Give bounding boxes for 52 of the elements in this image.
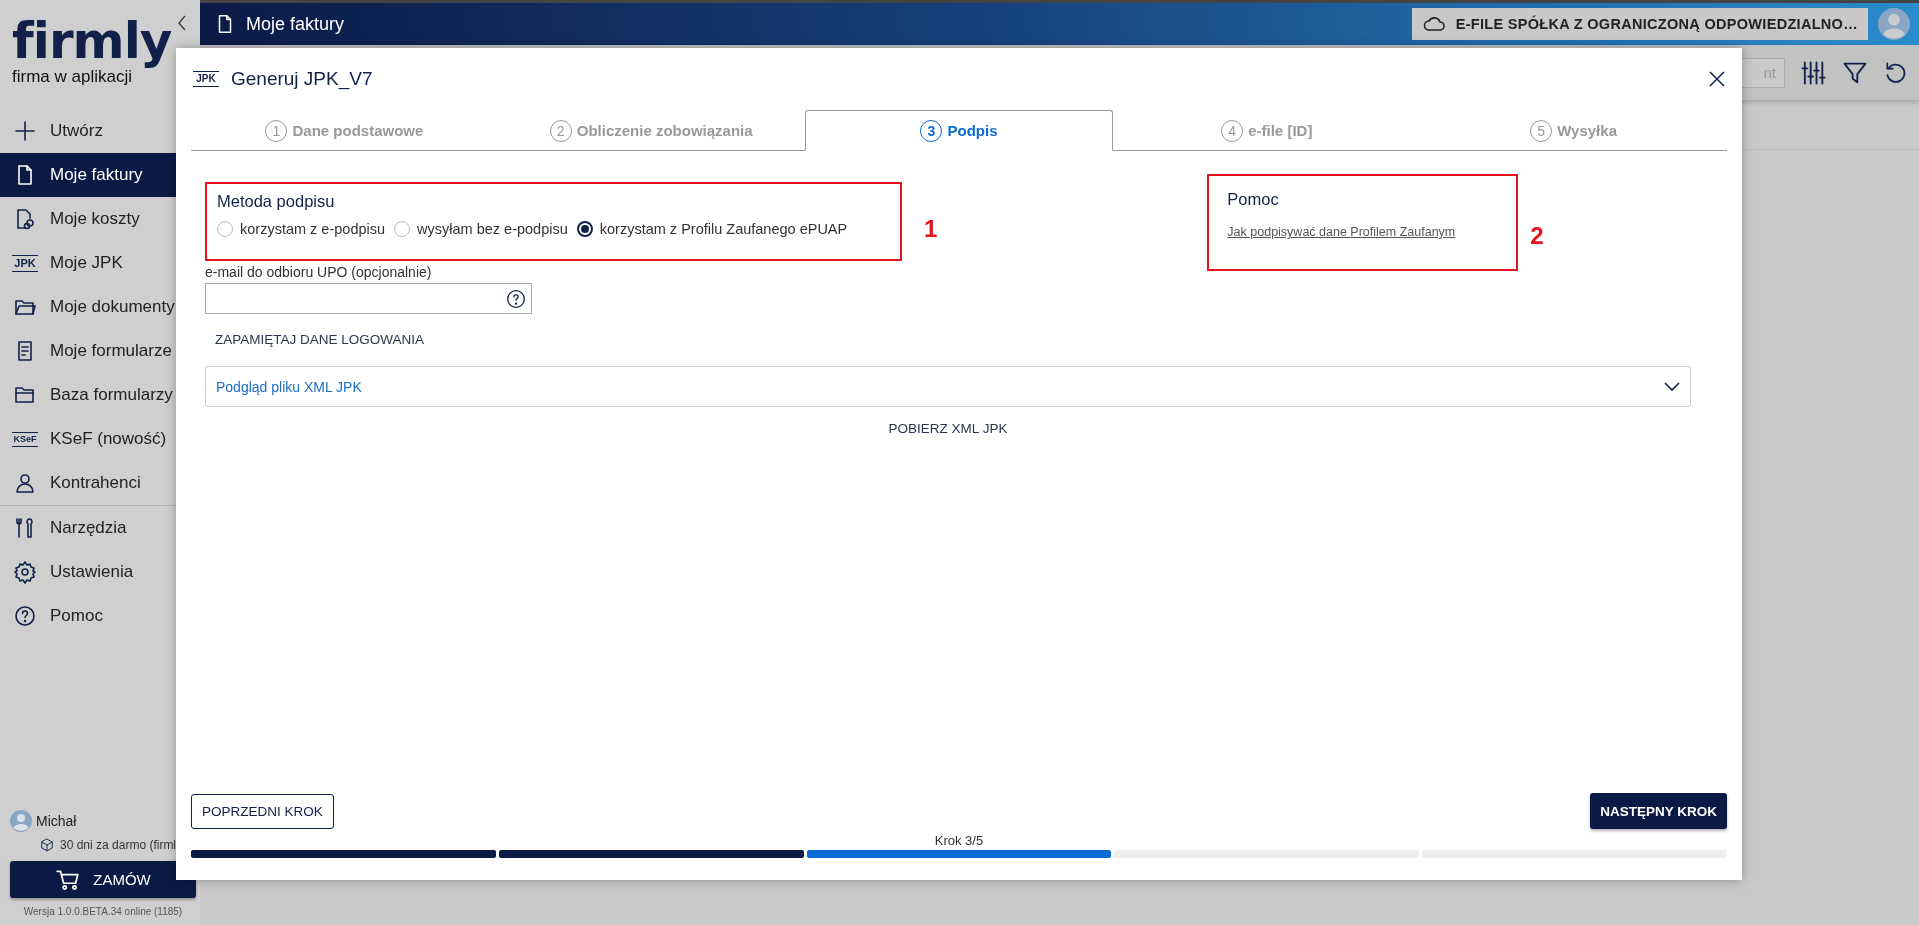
step-label: Wysyłka [1557,122,1617,139]
help-icon [506,288,526,309]
previous-step-button[interactable]: POPRZEDNI KROK [191,794,334,829]
sidebar-item[interactable]: Pomoc [0,594,200,638]
sidebar-item[interactable]: JPK Moje JPK [0,241,200,285]
help-icon [13,604,37,628]
field-label: e-mail do odbioru UPO (opcjonalnie) [205,264,432,280]
settings-icon [13,560,37,584]
xml-preview-panel[interactable]: Podgląd pliku XML JPK [205,366,1691,407]
order-button[interactable]: ZAMÓW [10,861,196,898]
avatar-icon [10,810,32,832]
step-label: Podpis [947,122,998,139]
plus-icon [13,119,37,143]
radio-option[interactable]: korzystam z Profilu Zaufanego ePUAP [576,221,848,237]
logo: firmly [12,14,172,68]
step-label: Dane podstawowe [292,122,424,139]
radio-option[interactable]: wysyłam bez e-podpisu [394,221,568,237]
remember-login-button[interactable]: ZAPAMIĘTAJ DANE LOGOWANIA [205,326,435,353]
radio-button[interactable] [576,221,593,237]
step-counter: Krok 3/5 [934,833,984,848]
annotation-number: 2 [1530,222,1544,250]
plan-info: 30 dni za darmo (firml [60,838,177,852]
person-icon [13,471,37,495]
next-step-button[interactable]: NASTĘPNY KROK [1590,793,1727,829]
sidebar-item[interactable]: Moje koszty [0,197,200,241]
sidebar-item[interactable]: Kontrahenci [0,461,200,505]
page-title: Moje faktury [246,13,345,35]
section-title: Metoda podpisu [217,192,335,211]
step-label: e-file [ID] [1248,122,1313,139]
email-input[interactable] [205,283,532,314]
step-tab[interactable]: 3 Podpis [804,110,1114,151]
sidebar-item[interactable]: Baza formularzy [0,373,200,417]
sidebar-item[interactable]: Narzędzia [0,506,200,550]
section-title: Pomoc [1227,190,1279,209]
step-label: Obliczenie zobowiązania [576,122,753,139]
dialog-title: Generuj JPK_V7 [231,68,373,90]
close-icon[interactable] [1709,71,1725,87]
logo-tagline: firma w aplikacji [12,67,132,87]
download-xml-button[interactable]: POBIERZ XML JPK [878,415,1018,442]
user-name: Michał [36,813,77,829]
sidebar-item[interactable]: Moje formularze [0,329,200,373]
version-text: Wersja 1.0.0.BETA.34 online (1185) [22,906,184,917]
sidebar-item[interactable]: KSeF KSeF (nowość) [0,417,200,461]
sidebar-item[interactable]: Moje dokumenty [0,285,200,329]
company-selector[interactable]: E-FILE SPÓŁKA Z OGRANICZONĄ ODPOWIEDZIALNO… [1411,8,1868,40]
sidebar-item[interactable]: Ustawienia [0,550,200,594]
cube-icon [40,838,54,852]
collapse-chevron-icon[interactable] [176,14,188,32]
help-link[interactable]: Jak podpisywać dane Profilem Zaufanym [1227,225,1456,239]
annotation-number: 1 [924,215,938,243]
panel-title: Podgląd pliku XML JPK [216,378,362,395]
radio-option[interactable]: korzystam z e-podpisu [217,221,386,237]
